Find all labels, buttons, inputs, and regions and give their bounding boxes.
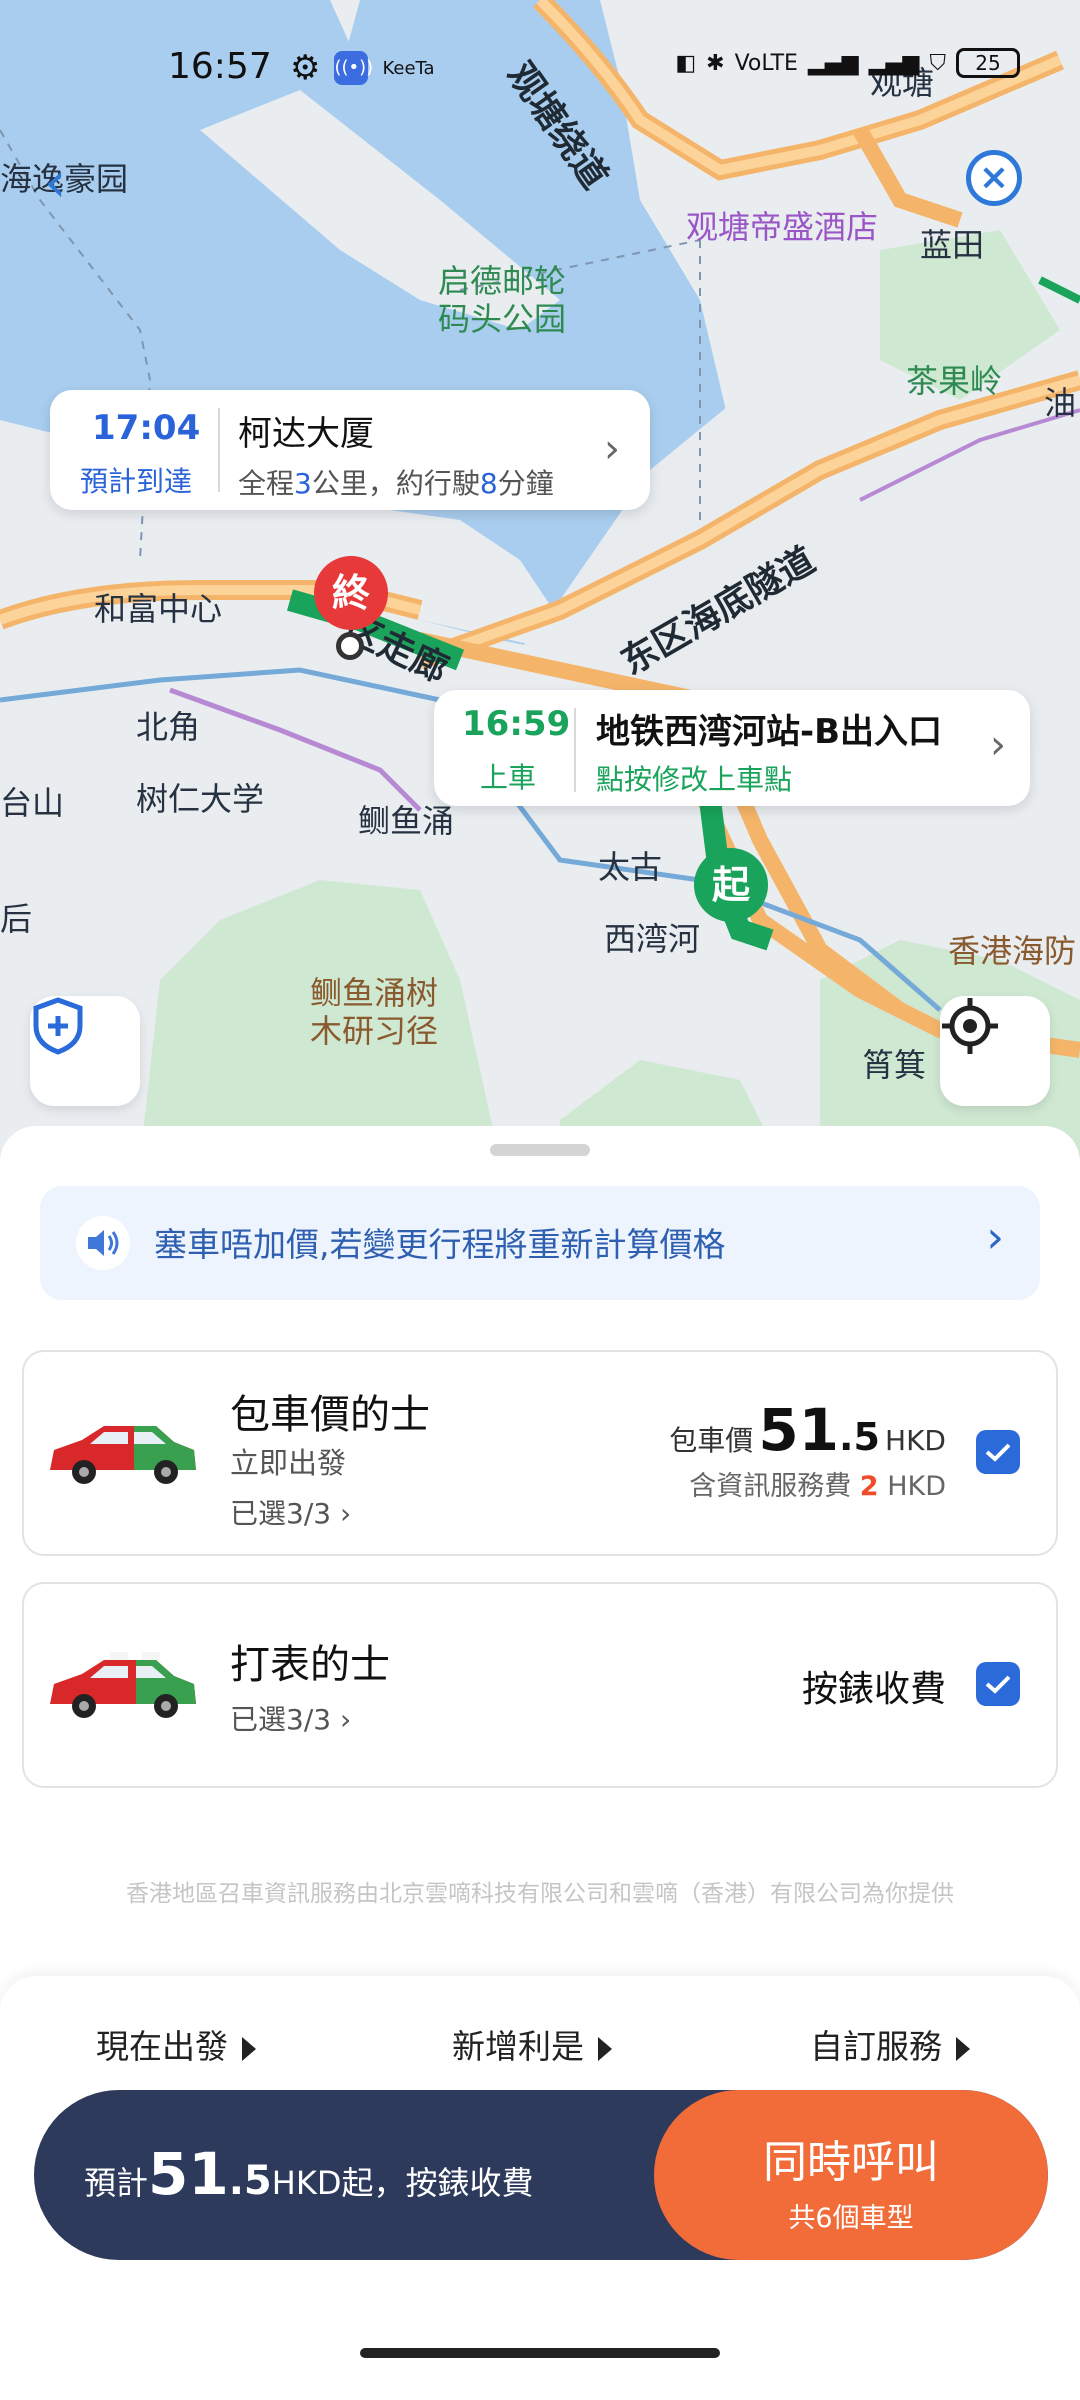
map-label: 太古 [598,848,663,886]
broadcast-icon: ((•)) [334,51,373,85]
pickup-label: 上車 [480,761,537,794]
close-icon[interactable]: × [966,150,1022,206]
pickup-time: 16:59 [462,704,571,744]
price-decimal: .5 [839,1415,880,1459]
nfc-icon: ◧ [675,50,697,76]
home-indicator[interactable] [360,2348,720,2358]
divider [218,408,220,492]
locate-me-button[interactable] [940,996,1050,1106]
estimate-text: 預計51.5HKD起，按錶收費 [84,2140,534,2208]
caret-right-icon [956,2036,970,2061]
ride-type-name: 包車價的士 [230,1392,430,1438]
destination-dot [336,632,364,660]
caret-right-icon [242,2036,256,2061]
map-label: 北角 [136,708,201,746]
status-time: 16:57 [168,46,272,87]
map-label: 茶果岭 [906,362,1003,400]
drag-handle[interactable] [490,1144,590,1156]
shield-status-icon: ⛉ [929,50,946,76]
arrival-time: 17:04 [92,408,201,448]
pickup-location: 地铁西湾河站-B出入口 [596,712,943,752]
destination-pin: 終 [314,556,388,630]
price-integer: 51 [758,1396,840,1464]
map-label: 香港海防 [948,932,1077,970]
map-label: 和富中心 [94,590,223,628]
map-label: 鲗鱼涌 [358,802,455,840]
trip-detail: 全程3公里，約行駛8分鐘 [238,467,554,500]
caret-right-icon [598,2036,612,2061]
locate-target-icon [942,998,998,1054]
safety-shield-button[interactable] [30,996,140,1106]
map-background [0,0,1080,1160]
price-prefix: 包車價 [669,1424,754,1457]
status-bar: 16:57 ⚙ ((•)) KeeTa ◧ ✱ VoLTE ▂▄▆ ▂▄▆ ⛉ … [0,40,1080,100]
keeta-app-icon: KeeTa [382,57,435,79]
bluetooth-icon: ✱ [706,50,725,76]
select-checkbox[interactable] [976,1430,1020,1474]
add-tip-option[interactable]: 新增利是 [452,2020,612,2068]
arrival-label: 預計到達 [80,465,193,498]
pickup-pin: 起 [694,848,768,922]
map-label: 筲箕 [862,1046,927,1084]
battery-icon: 25 [956,48,1020,78]
notice-text: 塞車唔加價,若變更行程將重新計算價格 [154,1225,726,1264]
call-button-label: 同時呼叫 [763,2137,939,2188]
status-right-icons: ◧ ✱ VoLTE ▂▄▆ ▂▄▆ ⛉ 25 [675,48,1020,78]
provider-disclaimer: 香港地區召車資訊服務由北京雲嘀科技有限公司和雲嘀（香港）有限公司為你提供 [126,1881,954,1907]
booking-panel: 現在出發 新增利是 自訂服務 預計51.5HKD起，按錶收費 同時呼叫 共6個車… [0,1976,1080,2400]
volte-icon: VoLTE [734,50,798,76]
pickup-bubble[interactable]: 16:59 上車 地铁西湾河站-B出入口 點按修改上車點 › [434,690,1030,806]
price-currency: HKD [885,1424,946,1457]
map-label: 蓝田 [920,226,985,264]
call-bar: 預計51.5HKD起，按錶收費 同時呼叫 共6個車型 [34,2090,1048,2260]
checkmark-icon [985,1443,1011,1462]
map-label: 后 [0,900,33,938]
map-label: 树仁大学 [136,780,265,818]
chevron-right-icon: › [990,722,1006,768]
signal-icon: ▂▄▆ [807,50,859,76]
depart-now-option[interactable]: 現在出發 [96,2020,256,2068]
app-screen: 观塘绕道 观塘 观塘帝盛酒店 蓝田 启德邮轮码头公园 茶果岭 油 海逸豪园 东区… [0,0,1080,2400]
price-block: 包車價 51.5 HKD 含資訊服務費 2 HKD [669,1396,946,1503]
custom-service-option[interactable]: 自訂服務 [810,2020,970,2068]
taxi-car-icon [50,1426,196,1484]
checkmark-icon [985,1675,1011,1694]
signal-icon-2: ▂▄▆ [868,50,920,76]
map-label: 油 [1044,384,1077,422]
ride-option-card[interactable]: 打表的士 已選3/3 › 按錶收費 [22,1582,1058,1788]
map-label: 台山 [0,784,65,822]
pickup-hint[interactable]: 點按修改上車點 [596,758,792,798]
back-arrow-icon[interactable]: ‹ [44,150,66,215]
fee-line: 含資訊服務費 2 HKD [689,1471,946,1502]
ride-type-name: 打表的士 [230,1642,390,1688]
chevron-right-icon: › [986,1212,1004,1263]
map-label-trail: 鲗鱼涌树木研习径 [310,974,439,1050]
status-left-icons: ⚙ ((•)) KeeTa [290,48,435,88]
call-button-sublabel: 共6個車型 [788,2203,914,2234]
price-notice-banner[interactable]: 塞車唔加價,若變更行程將重新計算價格 › [40,1186,1040,1300]
call-now-button[interactable]: 同時呼叫 共6個車型 [654,2090,1048,2260]
meter-price-label: 按錶收費 [801,1669,946,1710]
map-label: 西湾河 [604,920,701,958]
selected-count[interactable]: 已選3/3 › [230,1698,351,1738]
select-checkbox[interactable] [976,1662,1020,1706]
ride-option-card[interactable]: 包車價的士 立即出發 已選3/3 › 包車價 51.5 HKD 含資訊服務費 2… [22,1350,1058,1556]
ride-type-desc: 立即出發 [230,1446,347,1480]
shield-plus-icon [33,997,83,1055]
selected-count[interactable]: 已選3/3 › [230,1492,351,1532]
chevron-right-icon: › [604,426,620,472]
divider [574,708,576,792]
meter-taxi-car-icon [50,1652,196,1718]
map-label-park: 启德邮轮码头公园 [438,262,567,338]
map-label-hotel: 观塘帝盛酒店 [686,208,879,246]
destination-name: 柯达大厦 [238,414,374,454]
map-view[interactable]: 观塘绕道 观塘 观塘帝盛酒店 蓝田 启德邮轮码头公园 茶果岭 油 海逸豪园 东区… [0,0,1080,1160]
gear-icon: ⚙ [290,48,321,88]
bottom-sheet: 塞車唔加價,若變更行程將重新計算價格 › 包車價的士 立即出發 已選3/3 › … [0,1126,1080,2400]
destination-bubble[interactable]: 17:04 預計到達 柯达大厦 全程3公里，約行駛8分鐘 › [50,390,650,510]
speaker-icon [76,1216,130,1270]
